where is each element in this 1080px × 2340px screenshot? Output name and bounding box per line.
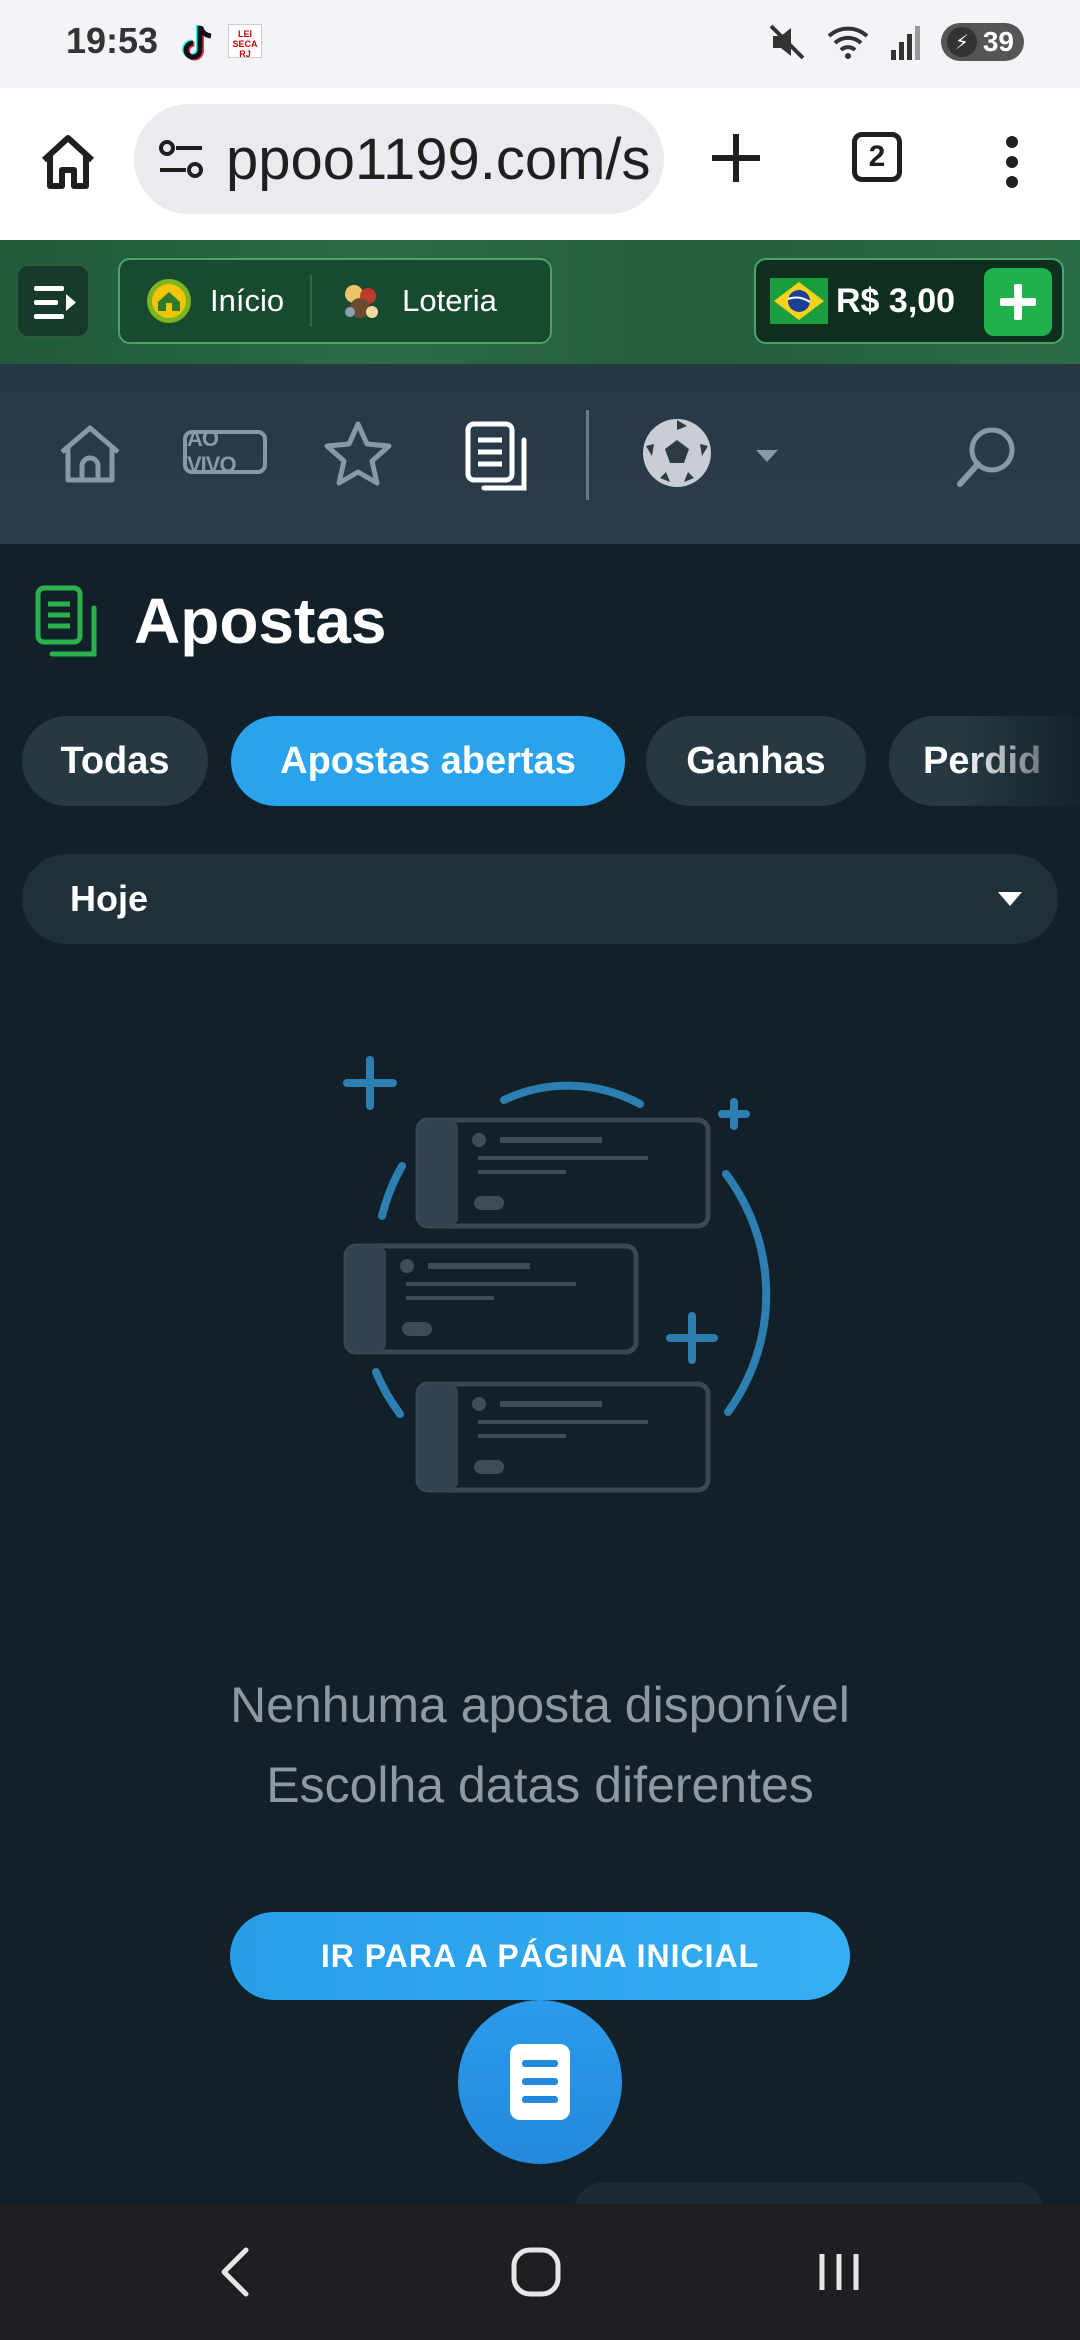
- new-tab-icon[interactable]: [704, 126, 768, 190]
- status-bar: 19:53 LEI SECA RJ ⚡ 39: [0, 0, 1080, 88]
- battery-level: 39: [982, 26, 1014, 57]
- battery-indicator: ⚡ 39: [940, 23, 1024, 61]
- go-home-button[interactable]: IR PARA A PÁGINA INICIAL: [230, 1912, 850, 2000]
- empty-state-subtitle: Escolha datas diferentes: [266, 1757, 814, 1813]
- address-bar[interactable]: ppoo1199.com/s: [134, 104, 664, 214]
- site-header: Início Loteria R$ 3,00: [0, 240, 1080, 364]
- nav-home-label: Início: [210, 283, 285, 318]
- browser-toolbar: ppoo1199.com/s 2: [0, 88, 1080, 240]
- bets-icon[interactable]: [462, 418, 534, 498]
- bets-icon: [35, 585, 97, 657]
- nav-divider: [586, 410, 589, 500]
- filter-tabs: Todas Apostas abertas Ganhas Perdid: [22, 716, 1080, 806]
- balance-widget[interactable]: R$ 3,00: [754, 258, 1064, 344]
- tab-open-bets[interactable]: Apostas abertas: [231, 716, 625, 806]
- home-nav-icon[interactable]: [506, 2242, 566, 2302]
- status-time: 19:53: [66, 20, 159, 61]
- system-nav-bar: [0, 2204, 1080, 2340]
- date-filter-select[interactable]: Hoje: [22, 854, 1058, 944]
- plus-icon: [1000, 284, 1036, 320]
- notification-icons: LEI SECA RJ: [180, 24, 262, 62]
- wifi-icon: [827, 26, 869, 59]
- deposit-button[interactable]: [984, 268, 1052, 336]
- mute-icon: [769, 24, 805, 60]
- page-title: Apostas: [134, 585, 387, 657]
- lottery-icon: [345, 285, 379, 318]
- live-button[interactable]: AO VIVO: [183, 426, 267, 477]
- betslip-icon: [510, 2044, 570, 2120]
- home-icon[interactable]: [36, 130, 100, 194]
- url-text[interactable]: ppoo1199.com/s: [226, 126, 651, 193]
- empty-state-title: Nenhuma aposta disponível: [230, 1677, 850, 1733]
- charging-icon: ⚡: [946, 27, 977, 57]
- dropdown-caret-icon: [998, 892, 1022, 906]
- balance-amount: R$ 3,00: [836, 281, 956, 320]
- tab-switcher-button[interactable]: 2: [852, 132, 902, 182]
- soccer-ball-icon[interactable]: [640, 416, 714, 490]
- signal-icon: [890, 26, 920, 60]
- sports-nav: AO VIVO: [0, 364, 1080, 544]
- menu-icon: [34, 286, 76, 319]
- menu-button[interactable]: [16, 264, 90, 338]
- tab-won[interactable]: Ganhas: [646, 716, 866, 806]
- home-icon: [147, 279, 191, 323]
- search-icon[interactable]: [954, 424, 1020, 490]
- nav-lottery-label: Loteria: [402, 283, 497, 318]
- brazil-flag-icon: [770, 278, 828, 324]
- tiktok-icon: [182, 25, 212, 61]
- tabs-fade: [960, 716, 1080, 806]
- back-icon[interactable]: [214, 2242, 254, 2302]
- chevron-down-icon[interactable]: [754, 448, 780, 464]
- site-settings-icon[interactable]: [158, 138, 204, 180]
- tab-all[interactable]: Todas: [22, 716, 208, 806]
- header-nav: Início Loteria: [118, 258, 552, 344]
- nav-lottery[interactable]: Loteria: [312, 260, 523, 342]
- star-icon[interactable]: [322, 418, 394, 490]
- recent-apps-icon[interactable]: [814, 2242, 864, 2302]
- empty-bets-illustration: [343, 1056, 771, 1493]
- more-options-icon[interactable]: [1000, 132, 1024, 192]
- news-app-icon: LEI SECA RJ: [228, 24, 262, 59]
- date-filter-value: Hoje: [70, 878, 149, 919]
- home-icon[interactable]: [54, 418, 126, 490]
- nav-home[interactable]: Início: [120, 260, 310, 342]
- betslip-fab[interactable]: [458, 2000, 622, 2164]
